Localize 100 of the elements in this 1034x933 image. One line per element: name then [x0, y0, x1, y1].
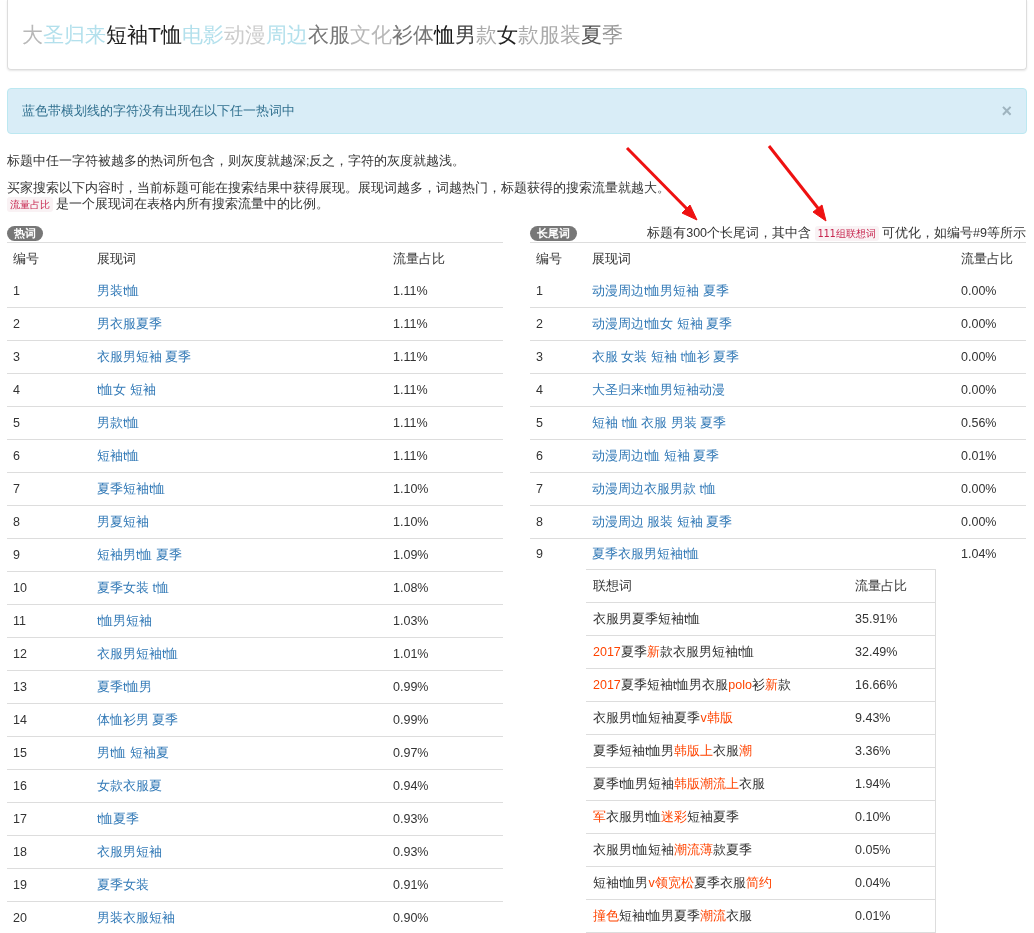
title-word: 恤 [433, 21, 455, 48]
keyword-link[interactable]: 夏季衣服男短袖t恤 [592, 546, 700, 561]
keyword-part: 撞色 [593, 908, 619, 923]
keyword-link[interactable]: 衣服男短袖t恤 [97, 646, 179, 661]
table-cell: 0.00% [955, 373, 1026, 407]
keyword-link[interactable]: 夏季女装 [97, 877, 149, 892]
keyword-link[interactable]: 男衣服夏季 [97, 316, 162, 331]
keyword-link[interactable]: 动漫周边t恤女 短袖 夏季 [592, 316, 733, 331]
table-cell: 18 [7, 835, 91, 869]
keyword-part: 衣服 [713, 743, 740, 758]
table-cell: 13 [7, 670, 91, 704]
keyword-link[interactable]: 动漫周边t恤男短袖 夏季 [592, 283, 729, 298]
keyword-part: 军 [593, 809, 606, 824]
table-cell: 0.99% [387, 670, 503, 704]
column-header: 编号 [535, 250, 563, 268]
table-cell: 9 [7, 538, 91, 572]
table-cell: 1.94% [848, 767, 936, 801]
title-word: 圣归来 [43, 21, 106, 48]
column-header: 展现词 [591, 250, 632, 268]
keyword-link[interactable]: 动漫周边 服装 短袖 夏季 [592, 514, 733, 529]
keyword-part: 新 [646, 644, 660, 659]
keyword-link[interactable]: 大圣归来t恤男短袖动漫 [592, 382, 726, 397]
keyword-link[interactable]: 夏季t恤男 [97, 679, 153, 694]
table-cell: 0.93% [387, 802, 503, 836]
title-word: 款服装 [517, 21, 581, 48]
keyword-part: 2017 [593, 644, 621, 659]
keyword-part: 款 [777, 677, 791, 692]
table-cell: 17 [7, 802, 91, 836]
table-cell: 1 [7, 275, 91, 308]
table-cell: 0.00% [955, 472, 1026, 506]
keyword-link[interactable]: 男夏短袖 [97, 514, 149, 529]
keyword-part: 韩版潮流上 [674, 776, 740, 791]
table-cell: 16.66% [848, 668, 936, 702]
keyword-link[interactable]: 短袖t恤 [97, 448, 140, 463]
table-cell: 15 [7, 736, 91, 770]
table-cell: 1.11% [387, 373, 503, 407]
keyword-link[interactable]: t恤男短袖 [97, 613, 153, 628]
table-cell: 9.43% [848, 701, 936, 735]
keyword-part: 夏季短袖t恤男 [593, 743, 675, 758]
title-word: 周边 [265, 21, 308, 48]
table-cell: 0.01% [955, 439, 1026, 473]
table-cell: 3 [7, 340, 91, 374]
keyword-link[interactable]: 动漫周边t恤 短袖 夏季 [592, 448, 720, 463]
note-text: 买家搜索以下内容时，当前标题可能在搜索结果中获得展现。展现词越多，词越热门，标题获得的搜索流量就越大。 [7, 180, 671, 197]
keyword-part: 衣服男t恤 [606, 809, 662, 824]
table-cell: 5 [530, 406, 586, 440]
keyword-part: 潮流 [700, 908, 727, 923]
keyword-link[interactable]: 夏季短袖t恤 [97, 481, 166, 496]
title-word: 夏 [580, 21, 602, 48]
column-header: 联想词 [586, 569, 848, 603]
table-cell: 0.91% [387, 868, 503, 902]
table-cell: 20 [7, 901, 91, 933]
title-word: 款 [475, 21, 497, 48]
table-cell: 1.10% [387, 472, 503, 506]
table-cell: 3.36% [848, 734, 936, 768]
keyword-part: 夏季t恤男短袖 [593, 776, 675, 791]
keyword-part: 短袖t恤男 [593, 875, 649, 890]
keyword-part: 衫 [751, 677, 765, 692]
keyword-link[interactable]: t恤夏季 [97, 811, 140, 826]
table-cell: 1.11% [387, 307, 503, 341]
title-word: 女 [496, 21, 518, 48]
table-cell: 35.91% [848, 602, 936, 636]
keyword-part: 夏季 [620, 644, 647, 659]
title-word: 短袖T恤 [106, 21, 182, 48]
keyword-part: 款夏季 [713, 842, 753, 857]
title-word: 季 [601, 21, 623, 48]
keyword-link[interactable]: 短袖男t恤 夏季 [97, 547, 182, 562]
keyword-part: 韩版上 [674, 743, 714, 758]
keyword-link[interactable]: 衣服 女装 短袖 t恤衫 夏季 [592, 349, 740, 364]
keyword-part: 衣服男t恤短袖夏季 [593, 710, 701, 725]
keyword-link[interactable]: 男款t恤 [97, 415, 140, 430]
keyword-link[interactable]: 男装t恤 [97, 283, 140, 298]
keyword-link[interactable]: 女款衣服夏 [97, 778, 162, 793]
table-cell: 2 [530, 307, 586, 341]
table-cell: 9 [530, 538, 586, 569]
keyword-link[interactable]: 体恤衫男 夏季 [97, 712, 179, 727]
table-cell: 8 [7, 505, 91, 539]
table-cell: 1.04% [955, 538, 1026, 569]
keyword-part: v领宽松 [648, 875, 694, 890]
table-cell: 0.90% [387, 901, 503, 933]
title-word: 电影 [181, 21, 224, 48]
keyword-link[interactable]: 男装衣服短袖 [97, 910, 175, 925]
table-cell: 1.01% [387, 637, 503, 671]
table-cell: 7 [7, 472, 91, 506]
keyword-link[interactable]: t恤女 短袖 [97, 382, 156, 397]
table-cell: 1.10% [387, 505, 503, 539]
table-cell: 2 [7, 307, 91, 341]
summary-text: 标题有300个长尾词，其中含 111组联想词 可优化，如编号#9等所示 [647, 224, 1026, 242]
table-cell: 0.04% [848, 866, 936, 900]
table-cell: 1.11% [387, 406, 503, 440]
table-cell: 12 [7, 637, 91, 671]
keyword-link[interactable]: 衣服男短袖 [97, 844, 162, 859]
keyword-link[interactable]: 男t恤 短袖夏 [97, 745, 169, 760]
table-cell: 5 [7, 406, 91, 440]
keyword-link[interactable]: 短袖 t恤 衣服 男装 夏季 [592, 415, 727, 430]
keyword-link[interactable]: 动漫周边衣服男款 t恤 [592, 481, 716, 496]
keyword-link[interactable]: 衣服男短袖 夏季 [97, 349, 192, 364]
keyword-part: 短袖t恤男夏季 [619, 908, 701, 923]
table-cell: 1 [530, 275, 586, 308]
keyword-link[interactable]: 夏季女装 t恤 [97, 580, 169, 595]
